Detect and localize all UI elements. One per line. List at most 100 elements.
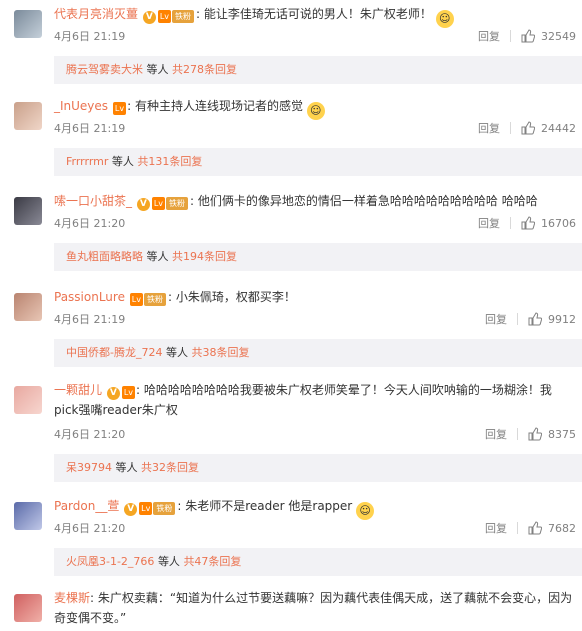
username-link[interactable]: 代表月亮消灭薑 — [54, 7, 138, 21]
comment-text: 有种主持人连线现场记者的感觉 — [134, 99, 303, 113]
username-link[interactable]: Pardon__萱 — [54, 499, 119, 513]
fan-badge: 铁粉 — [166, 197, 189, 210]
username-link[interactable]: 嗦一口小甜茶_ — [54, 194, 132, 208]
replies-count-link[interactable]: 共47条回复 — [183, 555, 241, 568]
level-badge: Lv — [129, 293, 143, 306]
verified-v-icon: V — [136, 198, 150, 211]
reply-button[interactable]: 回复 — [485, 520, 507, 536]
comment-text: 他们俩卡的像异地恋的情侣一样着急哈哈哈哈哈哈哈哈哈 哈哈哈 — [197, 194, 538, 208]
reply-button[interactable]: 回复 — [478, 28, 500, 44]
comment-body: 一颗甜儿 V Lv: 哈哈哈哈哈哈哈哈我要被朱广权老师笑晕了！今天人间吹呐输的一场… — [54, 383, 552, 417]
level-badge: Lv — [121, 386, 136, 399]
verified-v-icon: V — [124, 503, 138, 516]
reply-button[interactable]: 回复 — [485, 311, 507, 327]
reply-user-link[interactable]: 火凤凰3-1-2_766 — [66, 555, 154, 568]
fan-badge: 铁粉 — [153, 502, 176, 515]
replies-summary[interactable]: 火凤凰3-1-2_766 等人 共47条回复 — [54, 548, 582, 576]
username-link[interactable]: 一颗甜儿 — [54, 383, 102, 397]
comment-body: 嗦一口小甜茶_ V Lv 铁粉: 他们俩卡的像异地恋的情侣一样着急哈哈哈哈哈哈哈哈哈… — [54, 194, 538, 211]
reply-user-link[interactable]: 鱼丸粗面略略略 — [66, 250, 143, 263]
reply-button[interactable]: 回复 — [478, 120, 500, 136]
comment-body: _InUeyes Lv: 有种主持人连线现场记者的感觉 ☺ — [54, 96, 576, 120]
reply-user-link[interactable]: Frrrrrmr — [66, 155, 108, 168]
like-count[interactable]: 9912 — [548, 313, 576, 326]
comment-meta: 4月6日 21:19 回复 32549 — [54, 28, 576, 46]
like-count[interactable]: 24442 — [541, 122, 576, 135]
replies-mid-text: 等人 — [115, 461, 138, 474]
comment-body: PassionLure Lv 铁粉: 小朱佩琦，权都买李！ — [54, 290, 296, 306]
avatar[interactable] — [14, 293, 42, 321]
username-link[interactable]: _InUeyes — [54, 99, 108, 113]
level-badge: Lv — [151, 197, 166, 210]
like-count[interactable]: 32549 — [541, 30, 576, 43]
divider — [517, 313, 518, 325]
comment-body: Pardon__萱 V Lv 铁粉: 朱老师不是reader 他是rapper ☺ — [54, 496, 576, 520]
divider — [510, 217, 511, 229]
replies-summary[interactable]: 鱼丸粗面略略略 等人 共194条回复 — [54, 243, 582, 271]
replies-mid-text: 等人 — [157, 555, 180, 568]
comment-meta: 4月6日 21:20 回复 7682 — [54, 520, 576, 538]
reply-button[interactable]: 回复 — [485, 426, 507, 442]
replies-count-link[interactable]: 共32条回复 — [141, 461, 199, 474]
timestamp: 4月6日 21:19 — [54, 122, 126, 135]
username-link[interactable]: PassionLure — [54, 290, 125, 304]
avatar[interactable] — [14, 594, 42, 622]
thumbs-up-icon[interactable] — [521, 121, 535, 135]
timestamp: 4月6日 21:20 — [54, 522, 126, 535]
replies-mid-text: 等人 — [111, 155, 134, 168]
comment-meta: 4月6日 21:20 回复 16706 — [54, 215, 576, 233]
comment-body: 代表月亮消灭薑 V Lv 铁粉: 能让李佳琦无话可说的男人！朱广权老师！ ☺ — [54, 4, 576, 28]
replies-mid-text: 等人 — [165, 346, 188, 359]
comment-body: 麦棵斯: 朱广权卖藕：“知道为什么过节要送藕嘛？因为藕代表佳偶天成，送了藕就不会… — [54, 591, 573, 625]
fan-badge: 铁粉 — [172, 10, 195, 23]
level-badge: Lv — [139, 502, 153, 515]
level-badge: Lv — [112, 102, 127, 115]
comment-text: 能让李佳琦无话可说的男人！朱广权老师！ — [203, 7, 432, 21]
avatar[interactable] — [14, 10, 42, 38]
reply-user-link[interactable]: 呆39794 — [66, 461, 112, 474]
replies-count-link[interactable]: 共38条回复 — [191, 346, 249, 359]
comment-meta: 4月6日 21:20 回复 8375 — [54, 426, 576, 444]
timestamp: 4月6日 21:19 — [54, 313, 126, 326]
like-count[interactable]: 8375 — [548, 428, 576, 441]
avatar[interactable] — [14, 502, 42, 530]
like-count[interactable]: 16706 — [541, 217, 576, 230]
comment-text: 朱老师不是reader 他是rapper — [185, 499, 353, 513]
thumbs-up-icon[interactable] — [521, 29, 535, 43]
thumbs-up-icon[interactable] — [528, 312, 542, 326]
timestamp: 4月6日 21:20 — [54, 428, 126, 441]
verified-v-icon: V — [142, 11, 156, 24]
divider — [510, 122, 511, 134]
replies-summary[interactable]: 中国侨都-腾龙_724 等人 共38条回复 — [54, 339, 582, 367]
laugh-emoji-icon: ☺ — [356, 502, 375, 520]
replies-mid-text: 等人 — [146, 250, 169, 263]
reply-user-link[interactable]: 腾云驾雾卖大米 — [66, 63, 143, 76]
avatar[interactable] — [14, 102, 42, 130]
verified-v-icon: V — [106, 387, 120, 400]
replies-mid-text: 等人 — [146, 63, 169, 76]
comment-meta: 4月6日 21:19 回复 9912 — [54, 311, 576, 329]
comment-meta: 4月6日 21:19 回复 24442 — [54, 120, 576, 138]
replies-summary[interactable]: 呆39794 等人 共32条回复 — [54, 454, 582, 482]
replies-summary[interactable]: Frrrrrmr 等人 共131条回复 — [54, 148, 582, 176]
timestamp: 4月6日 21:19 — [54, 30, 126, 43]
replies-count-link[interactable]: 共278条回复 — [172, 63, 237, 76]
like-count[interactable]: 7682 — [548, 522, 576, 535]
replies-count-link[interactable]: 共194条回复 — [172, 250, 237, 263]
thumbs-up-icon[interactable] — [521, 216, 535, 230]
thumbs-up-icon[interactable] — [528, 521, 542, 535]
replies-count-link[interactable]: 共131条回复 — [137, 155, 202, 168]
reply-user-link[interactable]: 中国侨都-腾龙_724 — [66, 346, 162, 359]
reply-button[interactable]: 回复 — [478, 215, 500, 231]
username-link[interactable]: 麦棵斯 — [54, 591, 90, 605]
divider — [517, 428, 518, 440]
divider — [510, 30, 511, 42]
avatar[interactable] — [14, 386, 42, 414]
replies-summary[interactable]: 腾云驾雾卖大米 等人 共278条回复 — [54, 56, 582, 84]
comment-text: 朱广权卖藕：“知道为什么过节要送藕嘛？因为藕代表佳偶天成，送了藕就不会变心，因为… — [54, 591, 573, 625]
comment-text: 小朱佩琦，权都买李！ — [175, 290, 296, 304]
thumbs-up-icon[interactable] — [528, 427, 542, 441]
smile-emoji-icon: ☺ — [306, 102, 325, 120]
smile-emoji-icon: ☺ — [435, 10, 454, 28]
avatar[interactable] — [14, 197, 42, 225]
